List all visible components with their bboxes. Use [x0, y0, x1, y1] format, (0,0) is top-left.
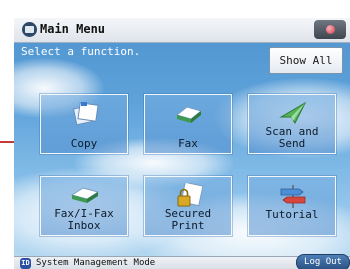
main-menu-icon[interactable]	[22, 22, 37, 37]
id-badge-icon: ID	[20, 258, 31, 269]
scan-send-icon	[279, 101, 307, 124]
function-label: Secured Print	[164, 207, 212, 232]
secured-print-icon	[177, 183, 204, 207]
copy-icon	[72, 102, 99, 126]
fax-i-fax-inbox-button[interactable]: Fax/I-Fax Inbox	[40, 176, 128, 236]
secured-print-button[interactable]: Secured Print	[144, 176, 232, 236]
status-monitor-button[interactable]	[314, 20, 346, 39]
page-title: Main Menu	[40, 22, 106, 36]
function-label: Tutorial	[265, 208, 319, 221]
function-label: Fax	[178, 137, 198, 150]
header-bar: Main Menu	[14, 18, 350, 43]
main-menu-panel: Main Menu Select a function. Show All Co…	[14, 18, 350, 269]
status-light-icon	[326, 25, 335, 34]
log-out-button[interactable]: Log Out	[296, 254, 350, 269]
function-label: Copy	[70, 137, 98, 150]
fax-icon	[175, 106, 203, 123]
tutorial-button[interactable]: Tutorial	[248, 176, 336, 236]
fax-inbox-icon	[70, 187, 100, 203]
show-all-button[interactable]: Show All	[269, 47, 343, 74]
function-label: Scan and Send	[265, 125, 319, 150]
fax-button[interactable]: Fax	[144, 94, 232, 154]
scan-and-send-button[interactable]: Scan and Send	[248, 94, 336, 154]
screen: Main Menu Select a function. Show All Co…	[0, 0, 350, 269]
system-mode-text: System Management Mode	[36, 258, 156, 268]
tutorial-icon	[280, 185, 306, 208]
function-label: Fax/I-Fax Inbox	[54, 207, 114, 232]
copy-button[interactable]: Copy	[40, 94, 128, 154]
instruction-text: Select a function.	[21, 45, 141, 58]
